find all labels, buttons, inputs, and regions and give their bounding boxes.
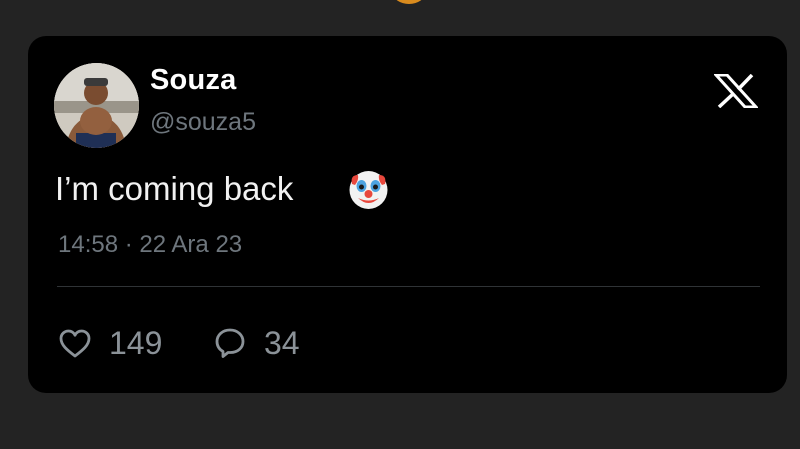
clown-face-icon bbox=[346, 167, 391, 212]
avatar[interactable] bbox=[54, 63, 139, 148]
x-logo-icon[interactable] bbox=[712, 73, 760, 109]
author-display-name[interactable]: Souza bbox=[150, 64, 236, 97]
author-handle[interactable]: @souza5 bbox=[150, 108, 256, 137]
like-count: 149 bbox=[109, 324, 163, 361]
reply-button[interactable]: 34 bbox=[214, 321, 300, 365]
partial-emoji-top bbox=[393, 0, 425, 4]
tweet-timestamp[interactable]: 14:58 · 22 Ara 23 bbox=[58, 231, 242, 259]
divider bbox=[57, 286, 760, 287]
heart-icon bbox=[59, 329, 91, 357]
avatar-photo bbox=[54, 63, 139, 148]
like-button[interactable]: 149 bbox=[59, 321, 162, 365]
reply-count: 34 bbox=[264, 324, 300, 361]
tweet-text: I’m coming back bbox=[55, 170, 294, 207]
reply-bubble-icon bbox=[215, 328, 245, 358]
